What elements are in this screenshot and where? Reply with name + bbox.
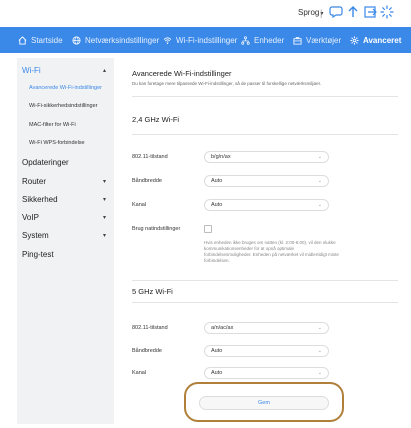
label-standard-5: 802.11-tilstand [132, 325, 168, 331]
select-value: Auto [211, 348, 223, 354]
select-value: Auto [211, 370, 223, 376]
sidebar-item-opdateringer[interactable]: Opdateringer [22, 158, 69, 167]
nav-startside[interactable]: Startside [18, 27, 63, 53]
select-channel-5[interactable]: Auto ⌄ [204, 367, 329, 379]
sidebar-item-sikkerhed[interactable]: Sikkerhed [22, 195, 58, 204]
chevron-down-icon: ⌄ [317, 325, 322, 331]
sidebar-item-label: Ping-test [22, 250, 54, 259]
top-utility-bar: Sprog▾ | [0, 0, 411, 27]
chevron-down-icon: ⌄ [317, 178, 322, 184]
select-channel-24[interactable]: Auto ⌄ [204, 199, 329, 211]
nav-label: Wi-Fi-indstillinger [176, 35, 238, 45]
section-title-5ghz: 5 GHz Wi-Fi [132, 287, 173, 296]
select-standard-24[interactable]: b/g/n/ax ⌄ [204, 151, 329, 163]
sidebar-item-label: Router [22, 177, 47, 186]
select-bandwidth-24[interactable]: Auto ⌄ [204, 175, 329, 187]
divider [132, 302, 398, 303]
chevron-down-icon: ⌄ [317, 370, 322, 376]
page-description: Du kan foretage mere tilpassede Wi-Fi-in… [132, 81, 322, 86]
nav-label: Startside [31, 35, 63, 45]
language-label: Sprog [298, 8, 320, 17]
section-title-24ghz: 2,4 GHz Wi-Fi [132, 115, 180, 124]
nav-vaerktojer[interactable]: Værktøjer [293, 27, 341, 53]
nav-label: Netværksindstillinger [85, 35, 160, 45]
sidebar: Wi-Fi ▴ Avancerede Wi-Fi-indstillinger W… [17, 58, 114, 424]
wifi-icon [163, 36, 172, 44]
sidebar-subitem-avancerede[interactable]: Avancerede Wi-Fi-indstillinger [29, 85, 102, 91]
sidebar-item-router[interactable]: Router [22, 177, 46, 186]
sidebar-subitem-wps[interactable]: Wi-Fi WPS-forbindelse [29, 140, 85, 146]
divider [132, 134, 398, 135]
nav-wifi[interactable]: Wi-Fi-indstillinger [163, 27, 237, 53]
label-bandwidth-5: Båndbredde [132, 348, 162, 354]
sidebar-item-label: Sikkerhed [22, 195, 58, 204]
select-value: Auto [211, 202, 223, 208]
nav-label: Værktøjer [306, 35, 342, 45]
label-channel-5: Kanal [132, 370, 147, 376]
upload-icon[interactable] [346, 5, 360, 19]
chevron-down-icon: ⌄ [317, 154, 322, 160]
sidebar-item-label: Opdateringer [22, 158, 69, 167]
chevron-down-icon: ▾ [102, 179, 106, 185]
exit-icon[interactable] [363, 5, 377, 19]
label-channel-24: Kanal [132, 202, 147, 208]
label-standard-24: 802.11-tilstand [132, 154, 168, 160]
label-bandwidth-24: Båndbredde [132, 178, 162, 184]
main-content: Avancerede Wi-Fi-indstillinger Du kan fo… [124, 58, 398, 424]
select-value: a/n/ac/ax [211, 325, 234, 331]
toolbox-icon [293, 36, 302, 45]
loading-icon [380, 5, 394, 19]
nav-enheder[interactable]: Enheder [241, 27, 284, 53]
sidebar-item-voip[interactable]: VoIP [22, 213, 39, 222]
sidebar-subitem-sikkerhed[interactable]: Wi-Fi-sikkerhedsindstillinger [29, 103, 97, 109]
nav-avanceret[interactable]: Avanceret [350, 27, 401, 53]
sidebar-item-system[interactable]: System [22, 231, 49, 240]
select-value: Auto [211, 178, 223, 184]
chevron-down-icon: ▾ [102, 197, 106, 203]
chevron-down-icon: ⌄ [317, 202, 322, 208]
nav-netvaerk[interactable]: Netværksindstillinger [72, 27, 159, 53]
globe-icon [72, 35, 81, 45]
gear-icon [350, 35, 359, 45]
divider [132, 280, 398, 281]
chat-icon[interactable] [329, 5, 343, 19]
label-night: Brug natindstillinger [132, 226, 181, 232]
page-title: Avancerede Wi-Fi-indstillinger [132, 69, 232, 78]
sidebar-item-label: System [22, 231, 49, 240]
devices-icon [241, 35, 250, 45]
divider [132, 96, 398, 97]
sidebar-item-label: Wi-Fi [22, 66, 41, 75]
chevron-up-icon: ▴ [102, 68, 106, 74]
save-button[interactable]: Gem [199, 396, 329, 410]
sidebar-item-wifi[interactable]: Wi-Fi [22, 66, 41, 75]
select-value: b/g/n/ax [211, 154, 231, 160]
nav-label: Enheder [254, 35, 285, 45]
nav-label: Avanceret [363, 35, 402, 45]
home-icon [18, 35, 27, 45]
main-nav: Startside Netværksindstillinger Wi-Fi-in… [0, 27, 411, 53]
chevron-down-icon: ▾ [102, 215, 106, 221]
divider: | [320, 8, 323, 18]
sidebar-item-pingtest[interactable]: Ping-test [22, 250, 54, 259]
chevron-down-icon: ⌄ [317, 348, 322, 354]
sidebar-item-label: VoIP [22, 213, 39, 222]
select-bandwidth-5[interactable]: Auto ⌄ [204, 345, 329, 357]
sidebar-subitem-macfilter[interactable]: MAC-filter for Wi-Fi [29, 122, 76, 128]
select-standard-5[interactable]: a/n/ac/ax ⌄ [204, 322, 329, 334]
night-checkbox[interactable] [204, 225, 212, 233]
chevron-down-icon: ▾ [102, 233, 106, 239]
night-hint: Hvis enheden ikke bruges om natten (kl. … [204, 240, 339, 263]
save-highlight: Gem [184, 382, 344, 422]
